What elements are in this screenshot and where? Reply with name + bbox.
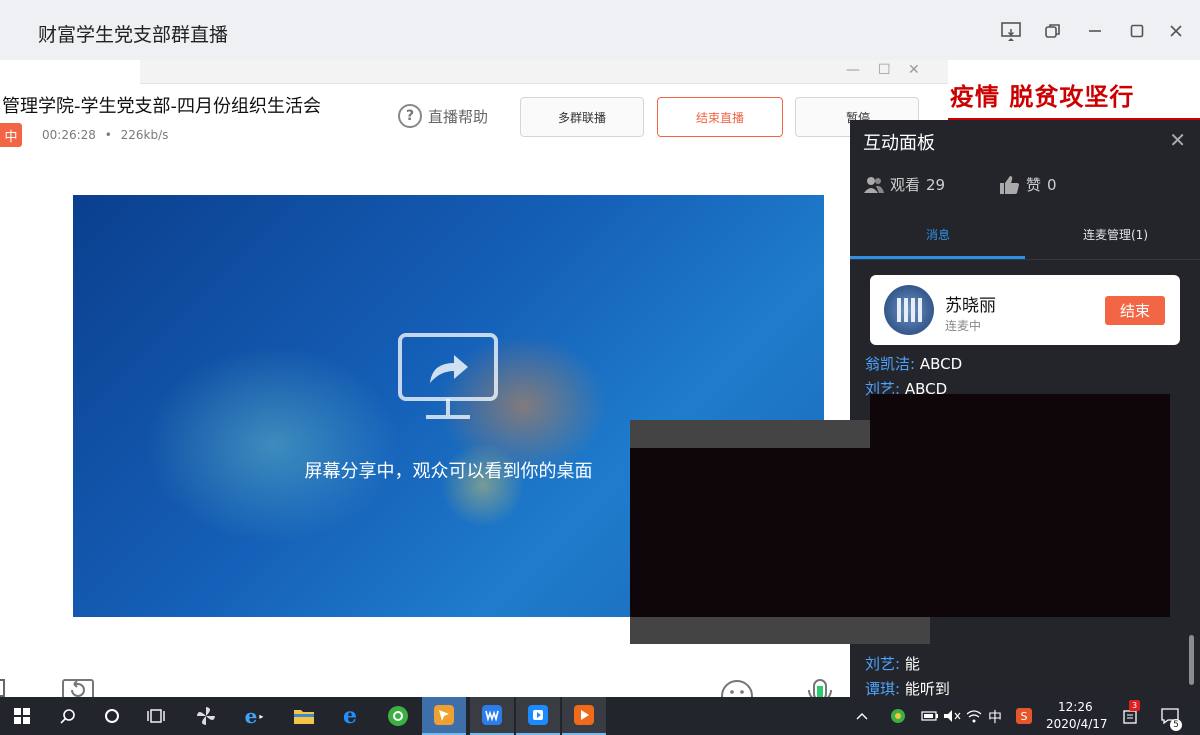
message-sender: 刘艺: — [865, 655, 901, 673]
mic-user-card: 苏晓丽 连麦中 结束 — [870, 275, 1180, 345]
viewers-stat: 观看 29 — [864, 174, 945, 195]
inner-maximize-icon[interactable]: ☐ — [878, 62, 891, 78]
slogan-text: 疫情 脱贫攻坚行 — [950, 82, 1135, 111]
maximize-icon[interactable] — [1124, 18, 1150, 44]
notification-icon[interactable]: 3 — [1118, 697, 1142, 735]
thumbs-up-icon — [1000, 175, 1019, 194]
message-sender: 翁凯洁: — [865, 355, 916, 373]
inner-close-icon[interactable]: ✕ — [908, 62, 920, 78]
action-center-icon[interactable]: 5 — [1156, 697, 1184, 735]
live-status-badge: 中 — [0, 123, 22, 147]
live-duration: 00:26:28 — [42, 128, 96, 142]
browser-globe-icon[interactable] — [376, 697, 420, 735]
mic-user-name: 苏晓丽 — [945, 296, 996, 316]
help-icon: ? — [398, 104, 422, 128]
minimize-icon[interactable] — [1082, 18, 1108, 44]
ime-indicator[interactable]: 中 — [988, 707, 1002, 727]
tab-messages[interactable]: 消息 — [926, 226, 950, 243]
likes-label: 赞 — [1026, 176, 1042, 194]
message-item: 刘艺: 能 — [865, 653, 920, 674]
edge-icon[interactable]: e — [328, 697, 372, 735]
tray-app-icon[interactable] — [886, 697, 910, 735]
live-help-link[interactable]: ? 直播帮助 — [398, 104, 488, 128]
video-window-right — [870, 394, 1170, 617]
volume-mute-icon[interactable] — [940, 697, 964, 735]
end-live-button[interactable]: 结束直播 — [657, 97, 783, 137]
cast-icon[interactable] — [998, 18, 1024, 44]
panel-close-icon[interactable]: ✕ — [1169, 128, 1186, 152]
inner-minimize-icon[interactable]: — — [846, 62, 860, 78]
battery-icon[interactable] — [918, 697, 942, 735]
ie-icon[interactable]: e ▸ — [232, 697, 276, 735]
likes-count: 0 — [1047, 175, 1057, 194]
live-title: 管理学院-学生党支部-四月份组织生活会 — [2, 96, 321, 117]
cortana-icon[interactable] — [90, 697, 134, 735]
window-title: 财富学生党支部群直播 — [38, 24, 229, 46]
tray-chevron-up-icon[interactable] — [840, 697, 884, 735]
wps-icon[interactable] — [470, 697, 514, 735]
message-item: 谭琪: 能听到 — [865, 678, 950, 699]
avatar — [884, 285, 934, 335]
tab-divider — [850, 259, 1200, 260]
clock-time[interactable]: 12:26 — [1058, 700, 1093, 714]
start-button[interactable] — [0, 697, 44, 735]
notification-badge: 3 — [1129, 700, 1140, 711]
end-mic-button[interactable]: 结束 — [1105, 296, 1165, 325]
help-label: 直播帮助 — [428, 107, 489, 126]
window-titlebar: 财富学生党支部群直播 — [0, 0, 1200, 60]
message-text: 能听到 — [904, 680, 950, 698]
windows-icon — [14, 708, 30, 724]
message-scrollbar[interactable] — [1189, 635, 1194, 685]
search-icon[interactable] — [46, 697, 90, 735]
live-app-icon[interactable] — [516, 697, 560, 735]
close-window-icon[interactable] — [1163, 18, 1189, 44]
message-sender: 谭琪: — [865, 680, 901, 698]
taskbar: e ▸ e 中 S 12:26 2020/4/17 3 5 — [0, 697, 1200, 735]
live-bitrate: 226kb/s — [120, 128, 169, 142]
task-view-icon[interactable] — [134, 697, 178, 735]
viewers-label: 观看 — [890, 176, 921, 194]
action-center-badge: 5 — [1170, 719, 1182, 731]
message-text: ABCD — [919, 355, 963, 373]
viewers-icon — [864, 176, 884, 193]
clock-date[interactable]: 2020/4/17 — [1046, 717, 1108, 731]
video-window-left — [630, 448, 870, 617]
message-text: 能 — [904, 655, 920, 673]
fan-app-icon[interactable] — [184, 697, 228, 735]
feishu-app-icon[interactable] — [422, 697, 466, 735]
wifi-icon[interactable] — [962, 697, 986, 735]
restore-window-icon[interactable] — [1040, 18, 1066, 44]
file-explorer-icon[interactable] — [282, 697, 326, 735]
mic-user-status: 连麦中 — [945, 319, 982, 333]
message-item: 翁凯洁: ABCD — [865, 353, 962, 374]
svg-text:S: S — [1021, 710, 1028, 723]
viewers-count: 29 — [926, 175, 946, 194]
input-method-icon[interactable]: S — [1012, 697, 1036, 735]
screen-share-icon — [398, 333, 498, 419]
likes-stat: 赞 0 — [1000, 174, 1057, 195]
slogan-banner: 疫情 脱贫攻坚行 — [948, 62, 1200, 120]
multi-group-broadcast-button[interactable]: 多群联播 — [520, 97, 644, 137]
inner-titlebar: — ☐ ✕ — [140, 60, 948, 84]
live-stats: 00:26:28 • 226kb/s — [42, 128, 169, 142]
tab-mic-management[interactable]: 连麦管理(1) — [1083, 226, 1148, 243]
media-player-icon[interactable] — [562, 697, 606, 735]
panel-title: 互动面板 — [863, 133, 935, 154]
